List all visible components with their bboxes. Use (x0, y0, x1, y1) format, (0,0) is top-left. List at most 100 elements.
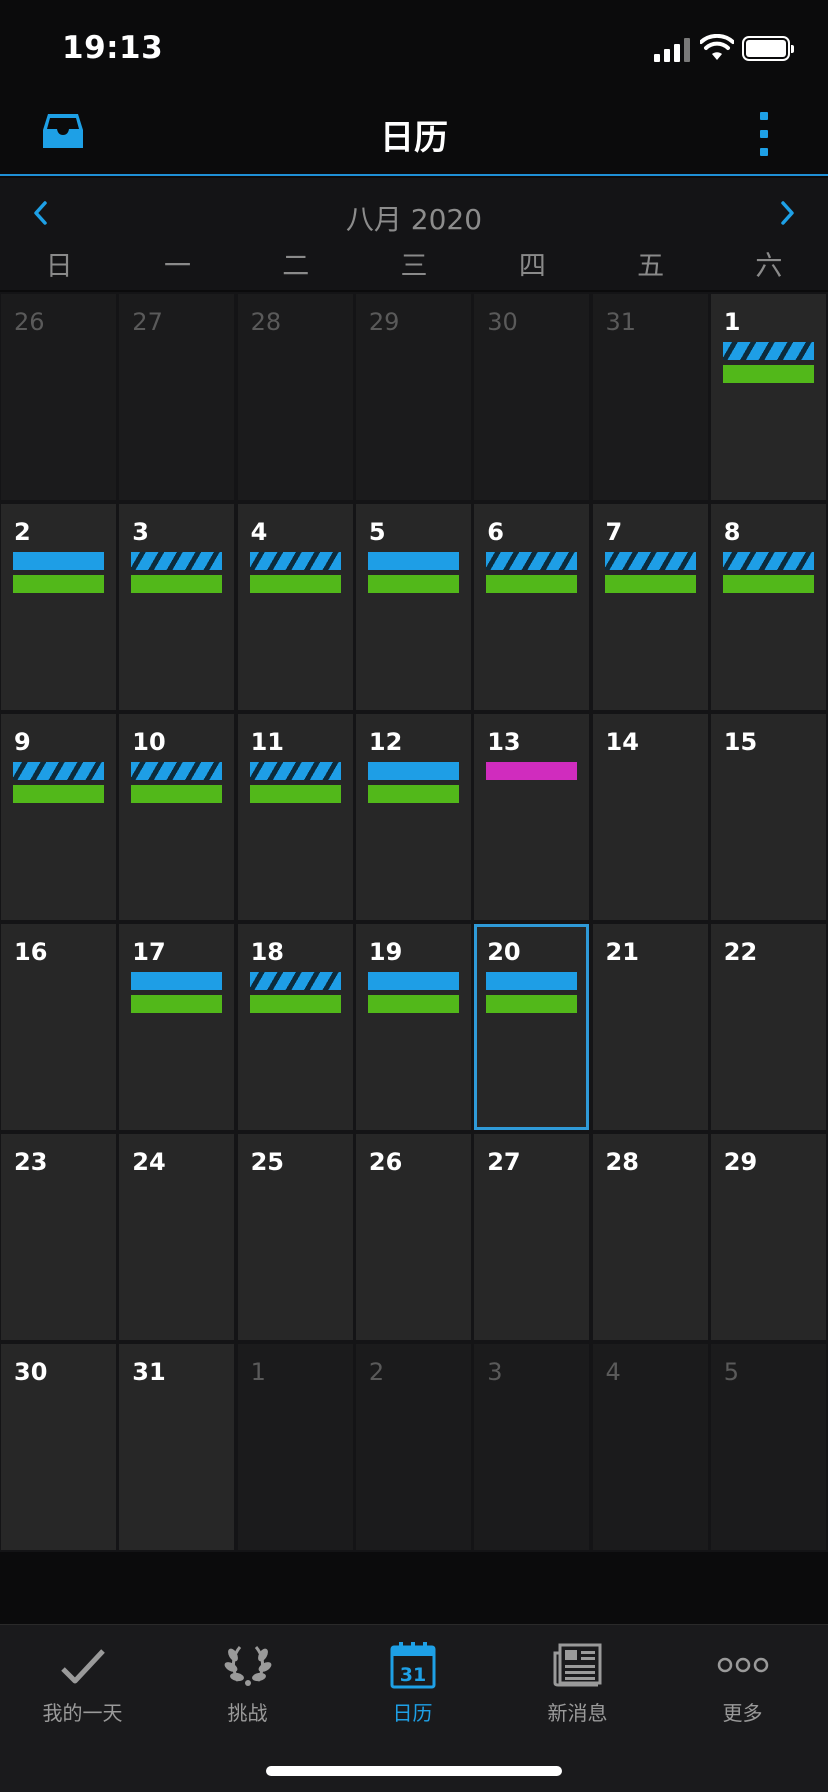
day-cell[interactable]: 5 (355, 504, 471, 710)
day-cell[interactable]: 9 (1, 714, 116, 920)
day-cell[interactable]: 17 (119, 924, 235, 1130)
tab-news[interactable]: 新消息 (495, 1641, 660, 1741)
event-bar-green (367, 575, 459, 593)
day-cell[interactable]: 27 (474, 1134, 590, 1340)
weekday-mon: 一 (163, 251, 191, 282)
day-cell[interactable]: 28 (237, 294, 353, 500)
month-label: 八月 2020 (345, 203, 483, 236)
day-number: 4 (605, 1358, 621, 1386)
day-number: 27 (132, 308, 163, 336)
event-bar-blue (367, 762, 459, 780)
day-cell[interactable]: 22 (710, 924, 826, 1130)
day-number: 29 (368, 308, 400, 336)
day-cell[interactable]: 25 (237, 1134, 353, 1340)
day-cell[interactable]: 26 (1, 294, 116, 500)
tab-label: 我的一天 (42, 1701, 123, 1725)
day-cell[interactable]: 1 (237, 1344, 353, 1550)
day-cell[interactable]: 27 (119, 294, 235, 500)
day-cell[interactable]: 24 (119, 1134, 235, 1340)
day-cell[interactable]: 19 (355, 924, 471, 1130)
day-number: 10 (132, 728, 166, 756)
tab-label: 更多 (722, 1701, 763, 1725)
day-number: 2 (368, 1358, 385, 1386)
tab-my-day[interactable]: 我的一天 (0, 1641, 165, 1741)
day-cell[interactable]: 31 (592, 294, 708, 500)
event-bar-green (13, 785, 104, 803)
day-cell[interactable]: 29 (355, 294, 471, 500)
day-cell[interactable]: 3 (119, 504, 235, 710)
day-cell[interactable]: 29 (710, 1134, 826, 1340)
day-number: 16 (14, 938, 48, 966)
day-cell[interactable]: 30 (1, 1344, 116, 1550)
day-cell[interactable]: 15 (710, 714, 826, 920)
day-number: 27 (487, 1148, 521, 1176)
day-cell[interactable]: 16 (1, 924, 116, 1130)
wifi-icon (700, 34, 734, 60)
day-cell[interactable]: 10 (119, 714, 235, 920)
tab-calendar[interactable]: 31 日历 (330, 1641, 495, 1741)
weekday-tue: 二 (282, 251, 310, 282)
day-cell[interactable]: 5 (710, 1344, 826, 1550)
day-cell[interactable]: 28 (592, 1134, 708, 1340)
event-bar-striped (722, 342, 814, 360)
weekday-header: 日 一 二 三 四 五 六 (0, 244, 828, 290)
tab-challenges[interactable]: 挑战 (165, 1641, 330, 1741)
day-number: 4 (250, 518, 268, 546)
more-vert-icon[interactable] (752, 112, 776, 156)
day-number: 24 (132, 1148, 166, 1176)
event-bar-green (131, 785, 223, 803)
day-cell[interactable]: 18 (237, 924, 353, 1130)
day-cell[interactable]: 11 (237, 714, 353, 920)
day-number: 28 (605, 1148, 639, 1176)
event-bar-blue (367, 972, 459, 990)
day-number: 6 (487, 518, 504, 546)
event-bar-green (131, 575, 223, 593)
day-number: 12 (368, 728, 403, 756)
day-number: 9 (14, 728, 31, 756)
cellular-signal-icon (654, 38, 690, 62)
day-cell[interactable]: 13 (474, 714, 590, 920)
day-cell[interactable]: 31 (119, 1344, 235, 1550)
day-number: 3 (132, 518, 149, 546)
day-number: 14 (605, 728, 639, 756)
day-number: 8 (723, 518, 741, 546)
event-bar-green (249, 995, 341, 1013)
event-bar-striped (486, 552, 578, 570)
day-cell[interactable]: 3 (474, 1344, 590, 1550)
day-cell[interactable]: 6 (474, 504, 590, 710)
day-number: 2 (14, 518, 31, 546)
day-cell[interactable]: 30 (474, 294, 590, 500)
month-navigation: 八月 2020 (0, 178, 828, 252)
event-bar-green (486, 995, 578, 1013)
checkmark-icon (60, 1649, 105, 1684)
event-bar-green (722, 575, 814, 593)
weekday-sat: 六 (755, 251, 783, 282)
day-number: 23 (14, 1148, 48, 1176)
day-cell[interactable]: 8 (710, 504, 826, 710)
battery-icon (742, 36, 794, 61)
event-bar-green (13, 575, 104, 593)
chevron-right-icon[interactable] (772, 198, 802, 228)
day-cell[interactable]: 4 (237, 504, 353, 710)
day-cell[interactable]: 1 (710, 294, 826, 500)
more-dots-icon (717, 1657, 768, 1673)
day-cell[interactable]: 23 (1, 1134, 116, 1340)
tab-more[interactable]: 更多 (660, 1641, 825, 1741)
day-cell[interactable]: 2 (1, 504, 116, 710)
day-number: 26 (368, 1148, 403, 1176)
day-cell[interactable]: 12 (355, 714, 471, 920)
laurel-icon (224, 1646, 271, 1686)
day-cell[interactable]: 2 (355, 1344, 471, 1550)
day-number: 31 (132, 1358, 166, 1386)
event-bar-striped (131, 762, 223, 780)
day-cell[interactable]: 14 (592, 714, 708, 920)
event-bar-green (486, 575, 578, 593)
event-bar-blue (367, 552, 459, 570)
day-cell[interactable]: 4 (592, 1344, 708, 1550)
day-cell[interactable]: 26 (355, 1134, 471, 1340)
day-number: 19 (368, 938, 403, 966)
day-cell[interactable]: 21 (592, 924, 708, 1130)
day-number: 26 (14, 308, 45, 336)
day-cell[interactable]: 7 (592, 504, 708, 710)
day-cell-today[interactable]: 20 (474, 924, 590, 1130)
